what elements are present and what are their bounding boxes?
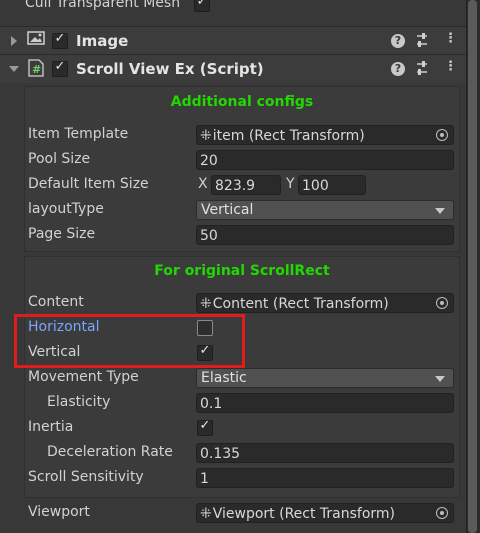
vertical-scrollbar-thumb[interactable] (468, 0, 477, 533)
content-value: Content (Rect Transform) (212, 296, 389, 312)
preset-icon[interactable] (415, 60, 429, 80)
layout-type-dropdown[interactable]: Vertical (196, 200, 454, 220)
content-label: Content (28, 294, 84, 310)
movement-type-label: Movement Type (28, 369, 139, 385)
page-size-value: 50 (200, 228, 218, 244)
checkmark-icon: ✓ (199, 418, 211, 433)
default-item-size-x-field[interactable]: 823.9 (211, 175, 281, 195)
default-item-size-y-value: 100 (302, 178, 329, 194)
script-enabled-checkbox[interactable]: ✓ (52, 59, 68, 77)
image-component-title: Image (76, 32, 129, 50)
image-enabled-checkbox[interactable]: ✓ (52, 31, 68, 49)
inertia-label: Inertia (28, 419, 74, 435)
movement-type-value: Elastic (201, 370, 247, 386)
content-field[interactable]: ⁜Content (Rect Transform) (196, 293, 454, 313)
default-item-size-x-value: 823.9 (215, 178, 256, 194)
scroll-sensitivity-label: Scroll Sensitivity (28, 469, 144, 485)
inspector-panel: Cull Transparent Mesh ✓ ✓ Image ? ⋮ # ✓ … (0, 0, 466, 533)
deceleration-rate-field[interactable]: 0.135 (196, 443, 454, 463)
preset-icon[interactable] (415, 32, 429, 52)
kebab-menu-icon[interactable]: ⋮ (444, 31, 457, 46)
checkmark-icon: ✓ (54, 59, 66, 74)
original-scrollrect-heading: For original ScrollRect (154, 263, 330, 279)
cull-transparent-mesh-label: Cull Transparent Mesh (25, 0, 181, 11)
elasticity-field[interactable]: 0.1 (196, 393, 454, 413)
default-item-size-label: Default Item Size (28, 176, 149, 192)
item-template-value: item (Rect Transform) (212, 128, 365, 144)
foldout-expanded-icon[interactable] (9, 66, 19, 72)
foldout-collapsed-icon[interactable] (11, 36, 17, 46)
object-picker-icon[interactable] (436, 297, 448, 309)
deceleration-rate-label: Deceleration Rate (47, 444, 173, 460)
scroll-sensitivity-field[interactable]: 1 (196, 468, 454, 488)
pool-size-value: 20 (200, 153, 218, 169)
pool-size-field[interactable]: 20 (196, 150, 454, 170)
pool-size-label: Pool Size (28, 151, 91, 167)
script-component-title: Scroll View Ex (Script) (76, 60, 264, 78)
checkmark-icon: ✓ (196, 0, 208, 9)
rect-transform-icon: ⁜ (200, 128, 212, 144)
chevron-down-icon (435, 208, 445, 214)
highlight-box (14, 314, 245, 368)
object-picker-icon[interactable] (436, 129, 448, 141)
rect-transform-icon: ⁜ (200, 296, 212, 312)
default-item-size-x-label: X (198, 176, 208, 192)
script-component-header[interactable]: # ✓ Scroll View Ex (Script) ? ⋮ (0, 54, 466, 83)
default-item-size-y-label: Y (286, 176, 295, 192)
elasticity-label: Elasticity (47, 394, 111, 410)
page-size-label: Page Size (28, 226, 96, 242)
help-icon[interactable]: ? (391, 34, 405, 48)
layout-type-label: layoutType (28, 201, 104, 217)
image-component-header[interactable]: ✓ Image ? ⋮ (0, 26, 466, 55)
elasticity-value: 0.1 (200, 396, 223, 412)
viewport-field[interactable]: ⁜Viewport (Rect Transform) (196, 503, 454, 523)
help-icon[interactable]: ? (391, 62, 405, 76)
viewport-value: Viewport (Rect Transform) (212, 506, 396, 522)
cull-transparent-mesh-checkbox[interactable]: ✓ (194, 0, 210, 12)
cull-transparent-mesh-row: Cull Transparent Mesh ✓ (0, 0, 466, 18)
default-item-size-y-field[interactable]: 100 (298, 175, 366, 195)
scroll-sensitivity-value: 1 (200, 471, 209, 487)
image-icon (27, 30, 45, 50)
item-template-field[interactable]: ⁜item (Rect Transform) (196, 125, 454, 145)
script-hash-icon: # (28, 59, 44, 81)
movement-type-dropdown[interactable]: Elastic (196, 368, 454, 388)
checkmark-icon: ✓ (54, 31, 66, 46)
object-picker-icon[interactable] (436, 507, 448, 519)
item-template-label: Item Template (28, 126, 129, 142)
chevron-down-icon (435, 376, 445, 382)
layout-type-value: Vertical (201, 202, 254, 218)
kebab-menu-icon[interactable]: ⋮ (444, 59, 457, 74)
viewport-label: Viewport (28, 504, 90, 520)
page-size-field[interactable]: 50 (196, 225, 454, 245)
inertia-checkbox[interactable]: ✓ (197, 418, 213, 436)
deceleration-rate-value: 0.135 (200, 446, 241, 462)
additional-configs-heading: Additional configs (170, 94, 314, 110)
svg-text:#: # (32, 63, 41, 76)
rect-transform-icon: ⁜ (200, 506, 212, 522)
